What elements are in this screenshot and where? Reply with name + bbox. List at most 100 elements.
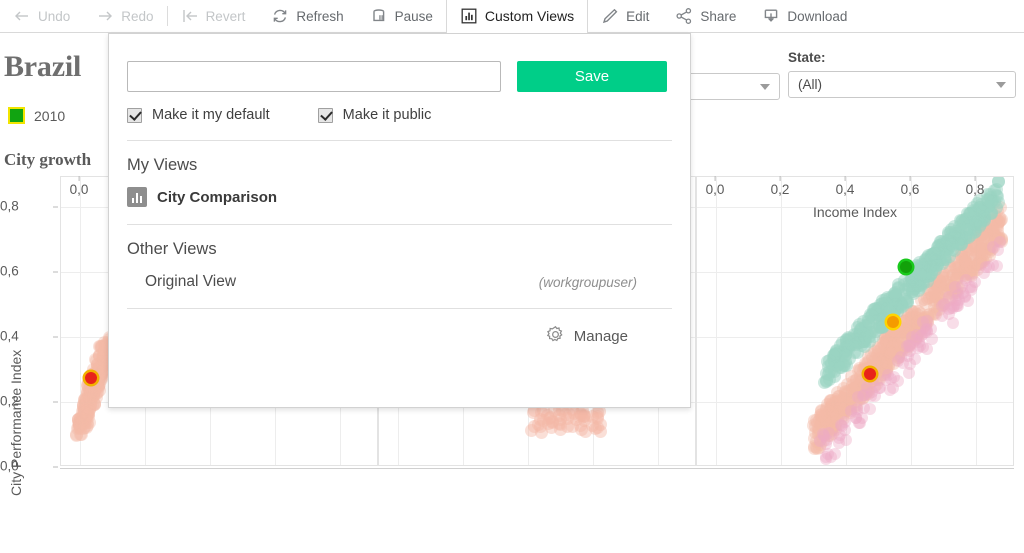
- custom-views-popover: Save Make it my default Make it public M…: [108, 33, 691, 408]
- view-name-input[interactable]: [127, 61, 501, 92]
- scatter-point: [873, 382, 885, 394]
- toolbar-download-label: Download: [787, 9, 847, 24]
- y-tick: 0,8: [0, 199, 52, 214]
- custom-views-options: Make it my default Make it public: [109, 92, 690, 123]
- save-button[interactable]: Save: [517, 61, 667, 92]
- y-tick: 0,2: [0, 394, 52, 409]
- toolbar-undo-button[interactable]: Undo: [0, 0, 83, 33]
- state-filter-select[interactable]: (All): [788, 71, 1016, 98]
- pause-icon: [370, 7, 388, 25]
- scatter-point: [525, 424, 538, 437]
- custom-views-icon: [460, 7, 478, 25]
- manage-label: Manage: [574, 328, 628, 345]
- make-default-label: Make it my default: [152, 107, 270, 123]
- toolbar-revert-label: Revert: [206, 9, 246, 24]
- make-default-checkbox[interactable]: Make it my default: [127, 107, 270, 123]
- download-icon: [762, 7, 780, 25]
- page-title: Brazil: [4, 50, 81, 84]
- x-axis-rule: [378, 468, 696, 469]
- toolbar-pause-label: Pause: [395, 9, 433, 24]
- scatter-point: [936, 310, 948, 322]
- scatter-point: [909, 353, 921, 365]
- scatter-point: [818, 376, 831, 389]
- y-tick: 0,4: [0, 329, 52, 344]
- tableau-viz-page: Undo Redo Revert: [0, 0, 1024, 553]
- scatter-point: [814, 435, 826, 447]
- toolbar-share-button[interactable]: Share: [662, 0, 749, 33]
- legend-swatch-2010: [8, 107, 25, 124]
- toolbar-edit-label: Edit: [626, 9, 649, 24]
- y-tick: 0,6: [0, 264, 52, 279]
- toolbar-redo-label: Redo: [121, 9, 153, 24]
- gridline-vertical: [716, 177, 717, 465]
- custom-views-save-row: Save: [109, 34, 690, 92]
- x-axis-rule: [60, 468, 378, 469]
- highlighted-scatter-point[interactable]: [85, 372, 97, 384]
- scatter-point: [992, 244, 1004, 256]
- scatter-point: [928, 247, 941, 260]
- make-public-label: Make it public: [343, 107, 432, 123]
- other-views-heading: Other Views: [109, 225, 690, 259]
- refresh-icon: [271, 7, 289, 25]
- scatter-point: [987, 259, 999, 271]
- x-axis-title-income: Income Index: [696, 204, 1014, 220]
- scatter-point: [851, 406, 863, 418]
- toolbar-pause-button[interactable]: Pause: [357, 0, 446, 33]
- checkbox-checked-icon: [127, 108, 142, 123]
- x-tick: 0,0: [706, 182, 725, 197]
- scatter-point: [992, 176, 1005, 188]
- legend-label-2010: 2010: [34, 108, 65, 124]
- chart-panel-income[interactable]: 0,0 0,2 0,4 0,6 0,8 Income Index: [696, 176, 1014, 466]
- y-tick: 0,0: [0, 459, 52, 474]
- my-view-item-label: City Comparison: [157, 189, 277, 206]
- scatter-point: [914, 268, 927, 281]
- toolbar-edit-button[interactable]: Edit: [588, 0, 662, 33]
- toolbar-refresh-label: Refresh: [296, 9, 343, 24]
- chart-subtitle: City growth: [4, 150, 91, 170]
- toolbar-share-label: Share: [700, 9, 736, 24]
- chevron-down-icon: [760, 84, 770, 90]
- x-tick: 0,0: [70, 182, 89, 197]
- bar-chart-icon: [127, 187, 147, 207]
- scatter-point: [894, 326, 907, 339]
- legend: 2010: [8, 107, 65, 124]
- manage-button[interactable]: Manage: [109, 309, 690, 348]
- scatter-point: [903, 279, 916, 292]
- other-view-item-label: Original View: [145, 273, 236, 291]
- toolbar-redo-button[interactable]: Redo: [83, 0, 166, 33]
- scatter-point: [833, 432, 845, 444]
- my-views-heading: My Views: [109, 141, 690, 175]
- other-view-item-owner: (workgroupuser): [539, 275, 637, 290]
- x-tick: 0,8: [966, 182, 985, 197]
- chevron-down-icon: [996, 82, 1006, 88]
- toolbar-refresh-button[interactable]: Refresh: [258, 0, 356, 33]
- scatter-point: [820, 453, 832, 465]
- other-view-item-original-view[interactable]: Original View (workgroupuser): [109, 259, 690, 291]
- y-axis-title: City Performance Index: [8, 350, 24, 496]
- x-tick: 0,4: [836, 182, 855, 197]
- scatter-point: [854, 417, 866, 429]
- scatter-point: [77, 422, 90, 435]
- toolbar-custom-views-label: Custom Views: [485, 8, 574, 24]
- scatter-point: [836, 420, 848, 432]
- scatter-point: [921, 315, 933, 327]
- pencil-icon: [601, 7, 619, 25]
- toolbar-custom-views-button[interactable]: Custom Views: [446, 0, 588, 33]
- state-filter-label: State:: [788, 50, 1016, 65]
- make-public-checkbox[interactable]: Make it public: [318, 107, 432, 123]
- state-filter-value: (All): [798, 77, 822, 92]
- toolbar-revert-button[interactable]: Revert: [168, 0, 259, 33]
- x-tick: 0,6: [901, 182, 920, 197]
- my-view-item-city-comparison[interactable]: City Comparison: [109, 175, 690, 207]
- redo-icon: [96, 7, 114, 25]
- toolbar: Undo Redo Revert: [0, 0, 1024, 33]
- share-icon: [675, 7, 693, 25]
- checkbox-checked-icon: [318, 108, 333, 123]
- gridline-vertical: [781, 177, 782, 465]
- x-axis-rule: [696, 468, 1014, 469]
- scatter-point: [586, 410, 599, 423]
- toolbar-undo-label: Undo: [38, 9, 70, 24]
- toolbar-download-button[interactable]: Download: [749, 0, 860, 33]
- scatter-point: [823, 405, 836, 418]
- state-filter: State: (All): [788, 50, 1016, 98]
